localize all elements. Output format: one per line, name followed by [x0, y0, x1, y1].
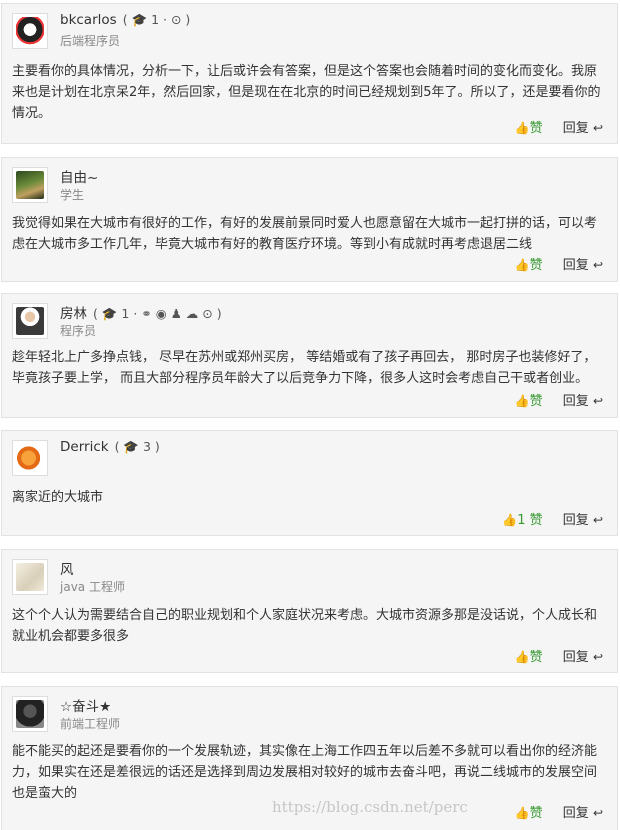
author-name-text[interactable]: 自由~ [60, 170, 98, 186]
comment-text: 主要看你的具体情况，分析一下，让后或许会有答案，但是这个答案也会随着时间的变化而… [12, 64, 601, 121]
like-label: 赞 [529, 806, 543, 821]
comment-actions: 👍赞 回复 ↩ [515, 254, 603, 273]
like-label: 赞 [529, 121, 543, 136]
reply-label: 回复 [562, 394, 589, 409]
comment-text: 我觉得如果在大城市有很好的工作，有好的发展前景同时爱人也愿意留在大城市一起打拼的… [12, 216, 598, 252]
author-title: 前端工程师 [60, 717, 121, 731]
like-label: 1 赞 [517, 513, 543, 528]
comment-actions: 👍赞 回复 ↩ [515, 646, 603, 665]
author-title: 后端程序员 [60, 34, 121, 48]
reply-button[interactable]: 回复 ↩ [563, 394, 603, 409]
author-name-text[interactable]: Derrick [60, 439, 109, 455]
comment-card: bkcarlos ( 🎓 1 · ⊙ ) 后端程序员 主要看你的具体情况，分析一下… [1, 3, 618, 144]
reply-arrow-icon: ↩ [592, 513, 603, 527]
thumbs-up-icon: 👍 [502, 513, 518, 527]
comment-actions: 👍1 赞 回复 ↩ [502, 509, 603, 528]
reply-arrow-icon: ↩ [592, 650, 603, 664]
reply-label: 回复 [562, 650, 589, 665]
reply-label: 回复 [562, 258, 589, 273]
like-button[interactable]: 👍赞 [515, 806, 543, 821]
like-label: 赞 [529, 258, 543, 273]
avatar[interactable] [12, 13, 48, 49]
reply-button[interactable]: 回复 ↩ [563, 121, 603, 136]
author-name-text[interactable]: ☆奋斗★ [60, 699, 111, 715]
author-name[interactable]: 自由~ [60, 166, 104, 186]
comment-actions: 👍赞 回复 ↩ [515, 117, 603, 136]
reply-arrow-icon: ↩ [592, 806, 603, 820]
avatar[interactable] [12, 440, 48, 476]
author-name-text[interactable]: 房林 [60, 306, 87, 322]
comment-card: Derrick ( 🎓 3 ) 离家近的大城市 👍1 赞 回复 ↩ [1, 430, 618, 536]
like-button[interactable]: 👍赞 [515, 258, 543, 273]
comment-card: 风 java 工程师 这个个人认为需要结合自己的职业规划和个人家庭状况来考虑。大… [1, 549, 618, 673]
author-badges: ( 🎓 1 · ⊙ ) [122, 12, 191, 27]
reply-button[interactable]: 回复 ↩ [563, 513, 603, 528]
author-name-text[interactable]: 风 [60, 562, 74, 578]
author-name[interactable]: 风 [60, 558, 80, 578]
comment-card: 房林 ( 🎓 1 · ⚭ ◉ ♟ ☁ ⊙ ) 程序员 趁年轻北上广多挣点钱， 尽早… [1, 293, 618, 418]
reply-button[interactable]: 回复 ↩ [563, 806, 603, 821]
comment-actions: 👍赞 回复 ↩ [515, 390, 603, 409]
thumbs-up-icon: 👍 [514, 258, 530, 272]
comment-text: 离家近的大城市 [12, 490, 104, 505]
like-label: 赞 [529, 650, 543, 665]
thumbs-up-icon: 👍 [514, 650, 530, 664]
author-badges: ( 🎓 3 ) [114, 439, 160, 454]
comment-text: 趁年轻北上广多挣点钱， 尽早在苏州或郑州买房， 等结婚或有了孩子再回去， 那时房… [12, 350, 597, 386]
author-title: 学生 [60, 188, 85, 202]
reply-label: 回复 [562, 806, 589, 821]
like-button[interactable]: 👍赞 [515, 394, 543, 409]
like-button[interactable]: 👍1 赞 [502, 513, 542, 528]
author-badges: ( 🎓 1 · ⚭ ◉ ♟ ☁ ⊙ ) [93, 306, 222, 321]
avatar[interactable] [12, 559, 48, 595]
avatar[interactable] [12, 303, 48, 339]
author-title: java 工程师 [60, 580, 125, 594]
author-title: 程序员 [60, 324, 97, 338]
reply-label: 回复 [562, 513, 589, 528]
comment-text: 能不能买的起还是要看你的一个发展轨迹，其实像在上海工作四五年以后差不多就可以看出… [12, 744, 598, 801]
thumbs-up-icon: 👍 [514, 806, 530, 820]
thumbs-up-icon: 👍 [514, 394, 530, 408]
author-name[interactable]: 房林 ( 🎓 1 · ⚭ ◉ ♟ ☁ ⊙ ) [60, 302, 222, 322]
thumbs-up-icon: 👍 [514, 121, 530, 135]
avatar[interactable] [12, 696, 48, 732]
comment-actions: 👍赞 回复 ↩ [515, 802, 603, 821]
author-name[interactable]: Derrick ( 🎓 3 ) [60, 439, 160, 455]
comment-text: 这个个人认为需要结合自己的职业规划和个人家庭状况来考虑。大城市资源多那是没话说，… [12, 608, 598, 644]
reply-arrow-icon: ↩ [592, 394, 603, 408]
avatar[interactable] [12, 167, 48, 203]
reply-arrow-icon: ↩ [592, 258, 603, 272]
reply-button[interactable]: 回复 ↩ [563, 650, 603, 665]
comment-card: 自由~ 学生 我觉得如果在大城市有很好的工作，有好的发展前景同时爱人也愿意留在大… [1, 157, 618, 282]
reply-arrow-icon: ↩ [592, 121, 603, 135]
reply-label: 回复 [562, 121, 589, 136]
like-label: 赞 [529, 394, 543, 409]
author-name[interactable]: ☆奋斗★ [60, 695, 117, 715]
like-button[interactable]: 👍赞 [515, 121, 543, 136]
watermark: https://blog.csdn.net/perc [272, 798, 468, 816]
reply-button[interactable]: 回复 ↩ [563, 258, 603, 273]
author-name-text[interactable]: bkcarlos [60, 12, 117, 28]
author-name[interactable]: bkcarlos ( 🎓 1 · ⊙ ) [60, 12, 190, 28]
like-button[interactable]: 👍赞 [515, 650, 543, 665]
